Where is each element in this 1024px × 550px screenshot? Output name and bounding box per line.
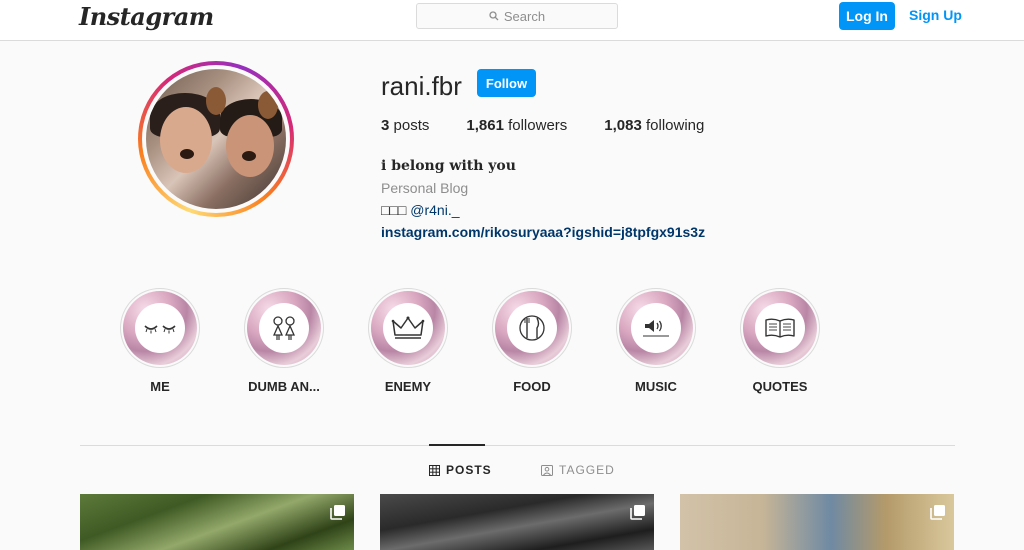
profile-avatar[interactable]	[138, 61, 294, 217]
following-stat[interactable]: 1,083 following	[604, 117, 704, 134]
fork-knife-icon	[519, 315, 545, 341]
following-count: 1,083	[604, 117, 642, 134]
closed-eyes-icon	[144, 325, 176, 334]
profile-username: rani.fbr	[381, 71, 462, 101]
followers-label: followers	[508, 117, 568, 134]
post-thumbnail[interactable]	[80, 494, 354, 550]
carousel-icon	[630, 505, 645, 520]
bio-mention-line: □□□ @r4ni._	[381, 199, 705, 221]
tab-posts-label: POSTS	[446, 463, 492, 477]
highlight-label: FOOD	[513, 379, 551, 394]
posts-label: posts	[393, 117, 430, 134]
follow-button[interactable]: Follow	[477, 69, 536, 97]
highlight-label: MUSIC	[635, 379, 677, 394]
followers-count: 1,861	[466, 117, 504, 134]
bio-line-prefix: □□□	[381, 202, 407, 218]
following-label: following	[646, 117, 705, 134]
carousel-icon	[930, 505, 945, 520]
posts-count: 3	[381, 117, 390, 134]
login-button[interactable]: Log In	[839, 2, 895, 30]
tab-tagged[interactable]: TAGGED	[541, 463, 615, 477]
active-tab-indicator	[429, 444, 485, 446]
highlight-label: DUMB AN...	[248, 379, 320, 394]
two-girls-icon	[272, 316, 296, 340]
followers-stat[interactable]: 1,861 followers	[466, 117, 567, 134]
search-placeholder: Search	[503, 8, 546, 24]
carousel-icon	[330, 505, 345, 520]
bio-mention-link[interactable]: @r4ni._	[410, 202, 459, 218]
posts-stat: 3 posts	[381, 117, 429, 134]
post-thumbnail[interactable]	[680, 494, 954, 550]
grid-icon	[429, 464, 440, 476]
tab-tagged-label: TAGGED	[559, 463, 615, 477]
bio-full-name: i belong with you	[381, 158, 516, 174]
instagram-logo[interactable]: Instagram	[79, 2, 214, 31]
open-book-icon	[765, 318, 795, 338]
bio-category: Personal Blog	[381, 180, 469, 196]
highlight-label: QUOTES	[752, 379, 808, 394]
avatar-photo	[146, 69, 286, 209]
search-input[interactable]: Search	[416, 3, 618, 29]
signup-link[interactable]: Sign Up	[909, 7, 962, 23]
profile-stats: 3 posts 1,861 followers 1,083 following	[381, 117, 741, 134]
post-thumbnail[interactable]	[380, 494, 654, 550]
top-nav: Instagram Search Log In Sign Up	[0, 0, 1024, 41]
search-icon	[489, 11, 499, 21]
crown-icon	[391, 316, 425, 339]
tagged-user-icon	[541, 464, 553, 476]
highlight-label: ME	[150, 379, 170, 394]
bio-website-link[interactable]: instagram.com/rikosuryaaa?igshid=j8tpfgx…	[381, 221, 705, 243]
profile-bio: i belong with you Personal Blog □□□ @r4n…	[381, 155, 705, 243]
highlight-label: ENEMY	[384, 379, 432, 394]
speaker-icon	[643, 320, 669, 337]
tab-posts[interactable]: POSTS	[429, 463, 492, 477]
tabs-divider	[80, 445, 955, 446]
